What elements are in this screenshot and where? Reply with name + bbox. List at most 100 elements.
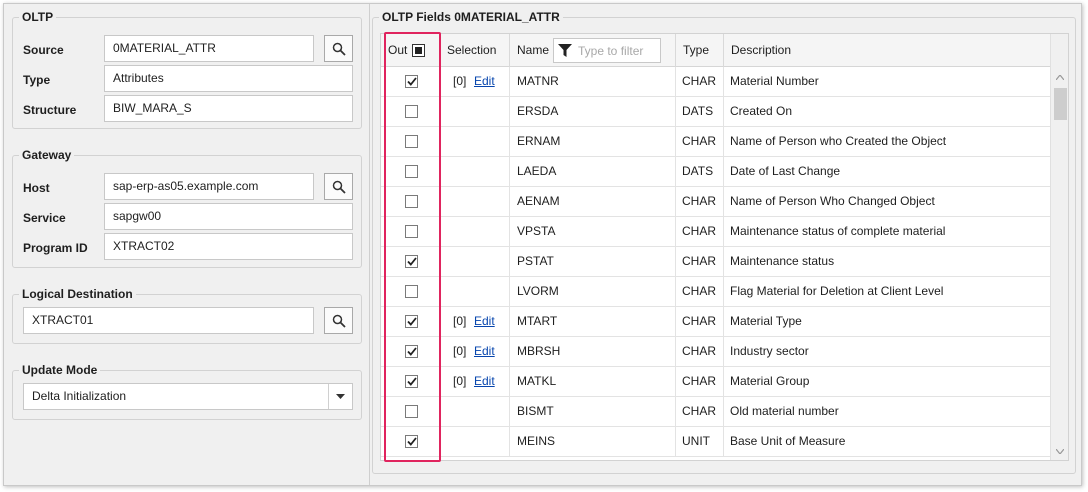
selection-cell: [0] Edit [440, 307, 510, 336]
checkmark-icon [406, 257, 417, 266]
table-row[interactable]: AENAM CHAR Name of Person Who Changed Obje… [381, 187, 1050, 217]
scroll-down-icon[interactable] [1051, 442, 1068, 460]
field-name: LVORM [510, 277, 676, 306]
out-checkbox[interactable] [405, 75, 418, 88]
column-header-type[interactable]: Type [676, 34, 724, 67]
table-row[interactable]: ERNAM CHAR Name of Person who Created the … [381, 127, 1050, 157]
out-checkbox[interactable] [405, 285, 418, 298]
update-mode-value: Delta Initialization [32, 389, 127, 403]
column-header-description[interactable]: Description [724, 34, 1050, 67]
field-description: Base Unit of Measure [730, 434, 846, 448]
table-row[interactable]: BISMT CHAR Old material number [381, 397, 1050, 427]
out-checkbox[interactable] [405, 105, 418, 118]
name-filter-box[interactable] [553, 38, 661, 63]
logical-destination-legend: Logical Destination [19, 287, 136, 301]
out-checkbox[interactable] [405, 135, 418, 148]
table-row[interactable]: ERSDA DATS Created On [381, 97, 1050, 127]
edit-selection-link[interactable]: Edit [474, 67, 495, 96]
field-type: CHAR [676, 67, 724, 96]
column-header-selection[interactable]: Selection [440, 34, 510, 67]
table-row[interactable]: MEINS UNIT Base Unit of Measure [381, 427, 1050, 457]
out-checkbox[interactable] [405, 225, 418, 238]
field-description: Created On [730, 104, 793, 118]
table-row[interactable]: VPSTA CHAR Maintenance status of complete … [381, 217, 1050, 247]
source-search-button[interactable] [324, 35, 353, 62]
vertical-scrollbar[interactable] [1050, 34, 1068, 460]
scroll-up-icon[interactable] [1051, 68, 1068, 86]
out-checkbox[interactable] [405, 405, 418, 418]
logical-destination-field[interactable]: XTRACT01 [23, 307, 314, 334]
edit-selection-link[interactable]: Edit [474, 367, 495, 396]
logical-destination-search-button[interactable] [324, 307, 353, 334]
out-cell [381, 67, 440, 96]
name-filter-input[interactable] [576, 42, 656, 59]
selection-cell [440, 127, 510, 156]
checkmark-icon [406, 317, 417, 326]
table-row[interactable]: [0] Edit MATNR CHAR Material Number [381, 67, 1050, 97]
field-name: LAEDA [510, 157, 676, 186]
host-search-button[interactable] [324, 173, 353, 200]
field-description: Maintenance status [730, 254, 835, 268]
type-field[interactable]: Attributes [104, 65, 353, 92]
program-id-label: Program ID [23, 241, 88, 255]
selection-cell [440, 247, 510, 276]
update-mode-select[interactable]: Delta Initialization [23, 383, 353, 410]
field-name: MTART [510, 307, 676, 336]
out-checkbox[interactable] [405, 315, 418, 328]
field-name: MEINS [510, 427, 676, 456]
search-icon [332, 314, 346, 328]
field-name: MATKL [510, 367, 676, 396]
name-header-label: Name [517, 43, 550, 57]
edit-selection-link[interactable]: Edit [474, 307, 495, 336]
gateway-legend: Gateway [19, 148, 75, 162]
out-cell [381, 337, 440, 366]
field-type: CHAR [676, 337, 724, 366]
out-checkbox[interactable] [405, 435, 418, 448]
scrollbar-thumb[interactable] [1054, 88, 1067, 120]
table-row[interactable]: [0] Edit MBRSH CHAR Industry sector [381, 337, 1050, 367]
out-checkbox[interactable] [405, 195, 418, 208]
field-name: BISMT [510, 397, 676, 426]
field-name: MBRSH [510, 337, 676, 366]
selection-cell [440, 427, 510, 456]
out-checkbox[interactable] [405, 165, 418, 178]
out-checkbox[interactable] [405, 255, 418, 268]
service-field[interactable]: sapgw00 [104, 203, 353, 230]
table-row[interactable]: LVORM CHAR Flag Material for Deletion at C… [381, 277, 1050, 307]
field-description: Material Number [730, 74, 819, 88]
field-type: CHAR [676, 307, 724, 336]
edit-selection-link[interactable]: Edit [474, 337, 495, 366]
structure-field[interactable]: BIW_MARA_S [104, 95, 353, 122]
update-mode-legend: Update Mode [19, 363, 101, 377]
table-row[interactable]: LAEDA DATS Date of Last Change [381, 157, 1050, 187]
search-icon [332, 180, 346, 194]
field-type: CHAR [676, 127, 724, 156]
column-header-out[interactable]: Out [381, 34, 440, 67]
dropdown-arrow-icon[interactable] [328, 384, 352, 409]
checkmark-icon [406, 77, 417, 86]
field-description: Material Type [730, 314, 802, 328]
selection-cell [440, 397, 510, 426]
source-field[interactable]: 0MATERIAL_ATTR [104, 35, 314, 62]
select-all-checkbox[interactable] [412, 44, 425, 57]
host-field[interactable]: sap-erp-as05.example.com [104, 173, 314, 200]
table-row[interactable]: PSTAT CHAR Maintenance status [381, 247, 1050, 277]
oltp-legend: OLTP [19, 10, 57, 24]
out-cell [381, 277, 440, 306]
selection-cell [440, 217, 510, 246]
out-cell [381, 187, 440, 216]
table-row[interactable]: [0] Edit MTART CHAR Material Type [381, 307, 1050, 337]
selection-cell: [0] Edit [440, 337, 510, 366]
field-type: CHAR [676, 367, 724, 396]
out-checkbox[interactable] [405, 345, 418, 358]
selection-count: [0] [453, 314, 467, 328]
program-id-field[interactable]: XTRACT02 [104, 233, 353, 260]
table-row[interactable]: [0] Edit MATKL CHAR Material Group [381, 367, 1050, 397]
out-checkbox[interactable] [405, 375, 418, 388]
field-name: ERNAM [510, 127, 676, 156]
fields-grid: Out Selection Name Type Description [0] E… [380, 33, 1069, 461]
grid-header: Out Selection Name Type Description [381, 34, 1050, 67]
panel-splitter[interactable] [369, 4, 370, 485]
logical-destination-group: Logical Destination XTRACT01 [12, 287, 362, 344]
field-type: UNIT [676, 427, 724, 456]
